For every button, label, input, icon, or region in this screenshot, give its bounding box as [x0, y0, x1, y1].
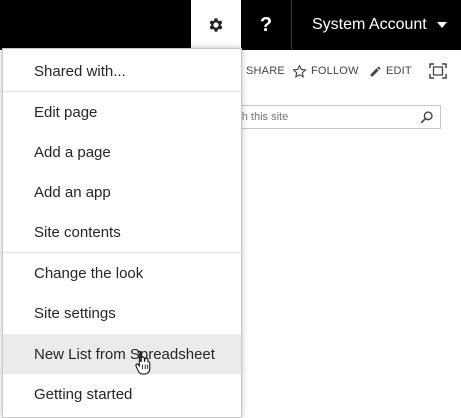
account-name: System Account [312, 16, 427, 33]
caret-down-icon [437, 22, 447, 28]
help-label: ? [259, 13, 273, 36]
focus-icon [429, 63, 447, 79]
menu-item-label: Change the look [34, 264, 144, 282]
star-icon [292, 63, 307, 78]
page-actions-bar: SHARE FOLLOW EDIT [241, 58, 461, 84]
gear-icon [209, 18, 223, 32]
menu-item-label: New List from Spreadsheet [34, 345, 215, 363]
menu-item-label: Edit page [34, 103, 98, 121]
focus-on-content-button[interactable] [429, 58, 447, 84]
menu-item-label: Getting started [34, 385, 133, 403]
menu-item-label: Shared with... [34, 62, 126, 80]
menu-item-shared-with[interactable]: Shared with... [3, 51, 241, 91]
search-box [220, 105, 441, 129]
menu-item-label: Add an app [34, 183, 111, 201]
help-button[interactable]: ? [241, 0, 291, 50]
menu-item-new-list-from-spreadsheet[interactable]: New List from Spreadsheet [3, 334, 241, 374]
search-input[interactable] [221, 106, 411, 128]
menu-item-site-settings[interactable]: Site settings [3, 293, 241, 333]
search-icon[interactable] [420, 110, 434, 124]
menu-item-add-app[interactable]: Add an app [3, 172, 241, 212]
settings-button[interactable] [191, 0, 241, 50]
follow-button[interactable]: FOLLOW [292, 58, 359, 84]
menu-item-add-page[interactable]: Add a page [3, 132, 241, 172]
menu-item-change-look[interactable]: Change the look [3, 253, 241, 293]
menu-item-label: Site contents [34, 223, 121, 241]
menu-item-site-contents[interactable]: Site contents [3, 212, 241, 252]
menu-item-edit-page[interactable]: Edit page [3, 92, 241, 132]
share-label: SHARE [246, 65, 285, 77]
edit-button[interactable]: EDIT [369, 58, 412, 84]
menu-item-label: Site settings [34, 304, 116, 322]
account-menu-button[interactable]: System Account [292, 0, 461, 50]
edit-label: EDIT [386, 65, 412, 77]
settings-menu: Shared with... Edit page Add a page Add … [2, 48, 242, 418]
share-button[interactable]: SHARE [246, 58, 285, 84]
menu-item-getting-started[interactable]: Getting started [3, 374, 241, 414]
pencil-icon [370, 66, 381, 76]
follow-label: FOLLOW [311, 65, 359, 77]
menu-item-label: Add a page [34, 143, 111, 161]
